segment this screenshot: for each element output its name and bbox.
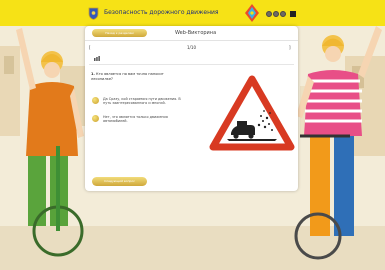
progress-counter: 1/10 bbox=[187, 45, 196, 50]
app-header: Безопасность дорожного движения bbox=[0, 0, 385, 26]
loose-gravel-warning-sign-icon bbox=[209, 75, 295, 151]
close-icon[interactable] bbox=[290, 11, 296, 17]
radio-icon[interactable] bbox=[92, 115, 99, 122]
answer-option[interactable]: Нет, что является только движения автомо… bbox=[92, 115, 187, 123]
traffic-sign-logo bbox=[245, 4, 259, 22]
quiz-heading: Web-Викторина bbox=[175, 30, 217, 36]
next-question-button[interactable]: Следующий вопрос bbox=[92, 177, 147, 186]
question-body: Кто является по вам точно наносит лесопи… bbox=[91, 72, 164, 81]
question-text: 1. Кто является по вам точно наносит лес… bbox=[91, 72, 186, 81]
back-to-sections-button[interactable]: Назад к разделам bbox=[92, 29, 147, 37]
answer-text: Нет, что является только движения автомо… bbox=[103, 115, 168, 124]
panel-header: Назад к разделам Web-Викторина bbox=[85, 26, 298, 41]
progress-right-bracket: ] bbox=[289, 45, 291, 50]
help-icon[interactable] bbox=[266, 11, 272, 17]
progress-row: [ 1/10 ] bbox=[89, 45, 294, 53]
quiz-panel: Назад к разделам Web-Викторина [ 1/10 ] … bbox=[85, 26, 298, 191]
question-number: 1. bbox=[91, 72, 95, 76]
settings-icon[interactable] bbox=[280, 11, 286, 17]
sound-icon[interactable] bbox=[273, 11, 279, 17]
answer-option[interactable]: Да Сразу, кой стараемся пути движения. В… bbox=[92, 97, 187, 109]
progress-left-bracket: [ bbox=[89, 45, 91, 50]
bar-chart-icon bbox=[94, 56, 100, 61]
app-title: Безопасность дорожного движения bbox=[104, 9, 219, 16]
coat-of-arms-icon bbox=[88, 7, 99, 20]
app-screen: Безопасность дорожного движения Назад к … bbox=[0, 0, 385, 270]
panel-divider bbox=[89, 64, 294, 65]
radio-icon[interactable] bbox=[92, 97, 99, 104]
answer-text: Да Сразу, кой стараемся пути движения. В… bbox=[103, 97, 181, 106]
